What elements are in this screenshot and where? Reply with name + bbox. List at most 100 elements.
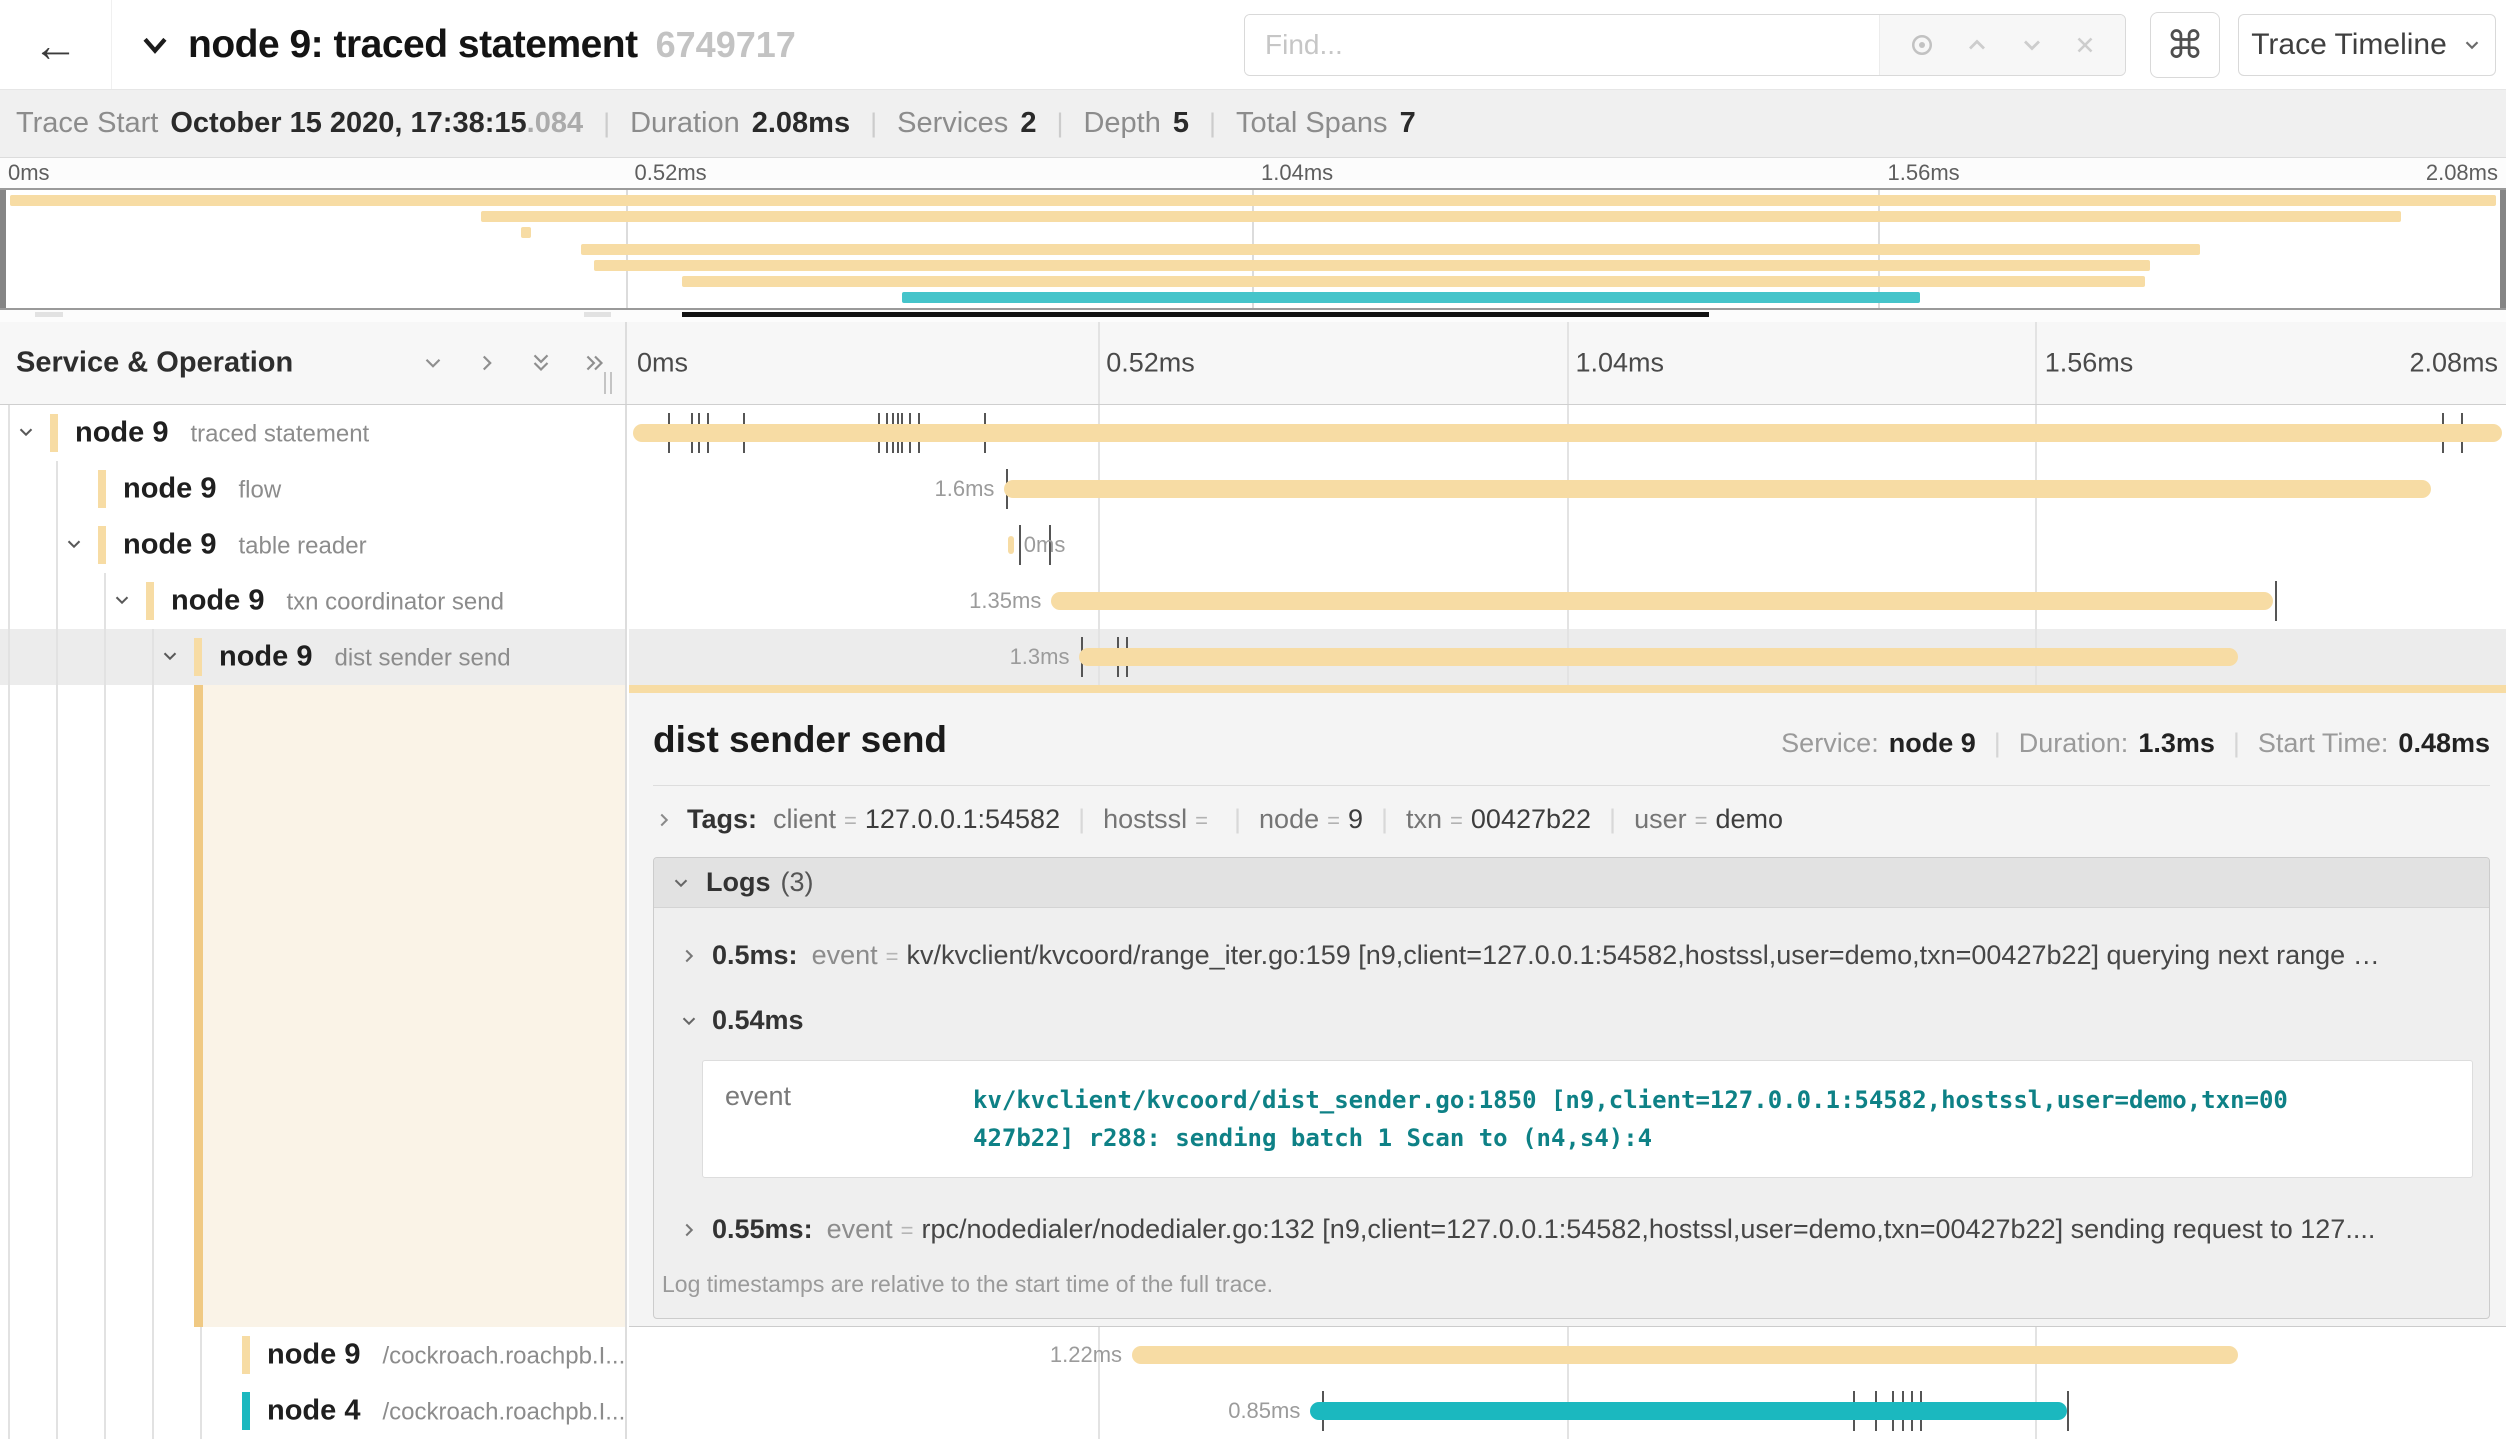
expand-chevron-icon[interactable] [159, 645, 183, 669]
tag-equals: = [1327, 808, 1340, 834]
span-duration-bar[interactable] [633, 424, 2502, 442]
span-duration-label: 0.85ms [1228, 1398, 1300, 1424]
span-operation-name: /cockroach.roachpb.I... [382, 1399, 625, 1427]
log-field-value: kv/kvclient/kvcoord/range_iter.go:159 [n… [906, 940, 2379, 971]
span-service-name: node 9 [75, 417, 168, 450]
tags-toggle-row[interactable]: Tags: client=127.0.0.1:54582|hostssl=|no… [653, 804, 2490, 835]
span-detail-meta: Service:node 9|Duration:1.3ms|Start Time… [1781, 728, 2490, 759]
next-match-icon[interactable] [2018, 31, 2046, 59]
meta-value: node 9 [1889, 728, 1976, 759]
span-duration-bar[interactable] [1310, 1402, 2066, 1420]
trace-view-selector[interactable]: Trace Timeline [2238, 14, 2496, 76]
prev-match-icon[interactable] [1963, 31, 1991, 59]
back-button[interactable]: ← [0, 0, 112, 89]
service-operation-label: Service & Operation [16, 347, 293, 380]
find-controls [1879, 15, 2125, 75]
expand-chevron-icon[interactable] [63, 533, 87, 557]
tags-expand-chevron-icon[interactable] [653, 809, 675, 831]
log-entry-row[interactable]: 0.5ms:event=kv/kvclient/kvcoord/range_it… [670, 914, 2473, 979]
span-track[interactable]: 1.22ms [629, 1327, 2506, 1383]
summary-item-suffix: .084 [527, 107, 583, 140]
collapse-trace-chevron-icon[interactable] [138, 27, 174, 63]
minimap-handle[interactable] [584, 312, 612, 317]
tag-value: demo [1715, 804, 1783, 835]
span-row[interactable]: node 9table reader0ms [0, 517, 2506, 573]
log-expand-chevron-icon[interactable] [678, 1219, 700, 1241]
minimap-span-bar[interactable] [581, 244, 2200, 255]
trace-id: 6749717 [656, 24, 796, 66]
span-duration-bar[interactable] [1051, 592, 2273, 610]
minimap-span-bar[interactable] [902, 292, 1919, 303]
span-track[interactable]: 1.35ms [629, 573, 2506, 629]
clear-find-icon[interactable] [2072, 32, 2098, 58]
column-resizer-grip[interactable] [602, 372, 614, 394]
indent-guide [152, 1383, 154, 1439]
span-color-swatch [98, 470, 106, 508]
span-track[interactable]: 0.85ms [629, 1383, 2506, 1439]
span-duration-bar[interactable] [1079, 648, 2237, 666]
span-name-cell[interactable]: node 9txn coordinator send [0, 573, 627, 629]
meta-label: Duration: [2019, 728, 2129, 759]
minimap-span-bar[interactable] [481, 211, 2401, 222]
log-entry-row[interactable]: 0.55ms:event=rpc/nodedialer/nodedialer.g… [670, 1188, 2473, 1253]
expand-chevron-icon[interactable] [15, 421, 39, 445]
span-row[interactable]: node 9 traced statement [0, 405, 2506, 461]
minimap-span-bar[interactable] [682, 276, 2146, 287]
minimap-canvas[interactable] [0, 188, 2506, 310]
span-row[interactable]: node 9flow1.6ms [0, 461, 2506, 517]
summary-item-value: 2.08ms [752, 107, 850, 140]
span-track[interactable]: 1.3ms [629, 629, 2506, 685]
logs-collapse-chevron-icon[interactable] [670, 872, 692, 894]
span-detail-row: dist sender send Service:node 9|Duration… [0, 685, 2506, 1327]
span-color-swatch [242, 1336, 250, 1374]
span-row[interactable]: node 9/cockroach.roachpb.I...1.22ms [0, 1327, 2506, 1383]
span-duration-bar[interactable] [1132, 1346, 2238, 1364]
minimap-span-bar[interactable] [10, 195, 2496, 206]
locate-match-icon[interactable] [1907, 30, 1937, 60]
minimap-span-bar[interactable] [521, 227, 531, 238]
log-collapse-chevron-icon[interactable] [678, 1010, 700, 1032]
span-name-cell[interactable]: node 9/cockroach.roachpb.I... [0, 1327, 627, 1383]
log-timestamp: 0.5ms: [712, 940, 798, 971]
collapse-all-icon[interactable] [528, 350, 554, 376]
timeline-tick-header: 0ms0.52ms1.04ms1.56ms2.08ms [629, 322, 2506, 404]
span-name-label: node 9dist sender send [219, 641, 511, 674]
summary-item-label: Services [897, 107, 1008, 140]
timeline-tick-label: 1.04ms [1576, 348, 1665, 379]
keyboard-shortcuts-button[interactable]: ⌘ [2150, 12, 2220, 78]
span-track[interactable] [629, 405, 2506, 461]
span-name-cell[interactable]: node 9table reader [0, 517, 627, 573]
span-name-cell[interactable]: node 9flow [0, 461, 627, 517]
span-row[interactable]: node 9txn coordinator send 1.35ms [0, 573, 2506, 629]
minimap-span-bar[interactable] [594, 260, 2150, 271]
timeline-scrollbar[interactable] [682, 312, 1709, 317]
log-expand-chevron-icon[interactable] [678, 945, 700, 967]
indent-guide [104, 629, 106, 685]
indent-guide [8, 1383, 10, 1439]
span-row[interactable]: node 9dist sender send 1.3ms [0, 629, 2506, 685]
span-name-cell[interactable]: node 4/cockroach.roachpb.I... [0, 1383, 627, 1439]
find-input[interactable] [1245, 15, 1879, 75]
span-duration-bar[interactable] [1004, 480, 2431, 498]
span-operation-name: dist sender send [334, 645, 510, 673]
minimap-left-scrubber[interactable] [0, 190, 6, 308]
minimap-handle[interactable] [35, 312, 63, 317]
span-duration-label: 1.35ms [969, 588, 1041, 614]
span-operation-name: txn coordinator send [286, 589, 503, 617]
logs-header[interactable]: Logs (3) [654, 858, 2489, 908]
span-name-cell[interactable]: node 9 traced statement [0, 405, 627, 461]
span-operation-name: traced statement [190, 421, 369, 449]
collapse-one-icon[interactable] [420, 350, 446, 376]
meta-separator: | [1994, 728, 2001, 759]
minimap-right-scrubber[interactable] [2500, 190, 2506, 308]
tag-equals: = [1450, 808, 1463, 834]
span-name-cell[interactable]: node 9dist sender send [0, 629, 627, 685]
span-row[interactable]: node 4/cockroach.roachpb.I... 0.85ms [0, 1383, 2506, 1439]
log-entry-row-expanded[interactable]: 0.54ms [670, 979, 2473, 1044]
span-track[interactable]: 1.6ms [629, 461, 2506, 517]
expand-one-icon[interactable] [474, 350, 500, 376]
span-duration-bar[interactable] [1008, 536, 1014, 554]
span-track[interactable]: 0ms [629, 517, 2506, 573]
expand-chevron-icon[interactable] [111, 589, 135, 613]
service-operation-header: Service & Operation [0, 322, 627, 404]
